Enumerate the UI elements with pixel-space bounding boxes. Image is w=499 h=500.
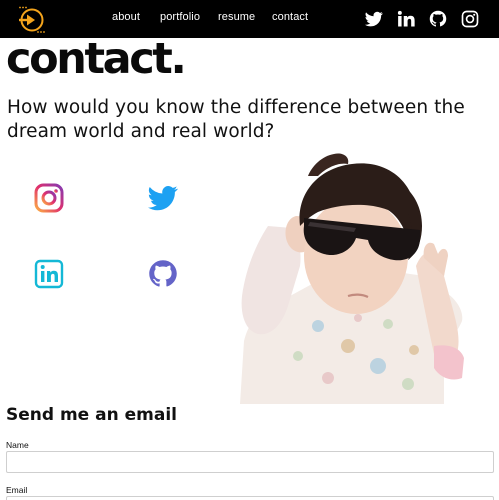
linkedin-icon[interactable] <box>34 259 64 289</box>
nav-link-resume[interactable]: resume <box>218 11 255 23</box>
instagram-icon[interactable] <box>461 10 479 28</box>
email-form-heading: Send me an email <box>6 405 177 425</box>
twitter-icon[interactable] <box>365 10 383 28</box>
github-icon[interactable] <box>429 10 447 28</box>
page-title: contact. <box>6 34 187 84</box>
name-label: Name <box>6 440 29 450</box>
linkedin-icon[interactable] <box>397 10 415 28</box>
email-field[interactable] <box>6 496 494 500</box>
nav-link-about[interactable]: about <box>112 11 140 23</box>
logo-icon[interactable] <box>16 6 46 33</box>
name-field[interactable] <box>6 451 494 473</box>
github-icon[interactable] <box>148 259 178 289</box>
twitter-icon[interactable] <box>148 183 178 213</box>
tagline: How would you know the difference betwee… <box>7 97 465 142</box>
instagram-icon[interactable] <box>34 183 64 213</box>
nav-link-contact[interactable]: contact <box>272 11 308 23</box>
nav-link-portfolio[interactable]: portfolio <box>160 11 200 23</box>
email-label: Email <box>6 485 28 495</box>
navbar: about portfolio resume contact <box>0 0 499 38</box>
profile-photo <box>238 146 466 404</box>
